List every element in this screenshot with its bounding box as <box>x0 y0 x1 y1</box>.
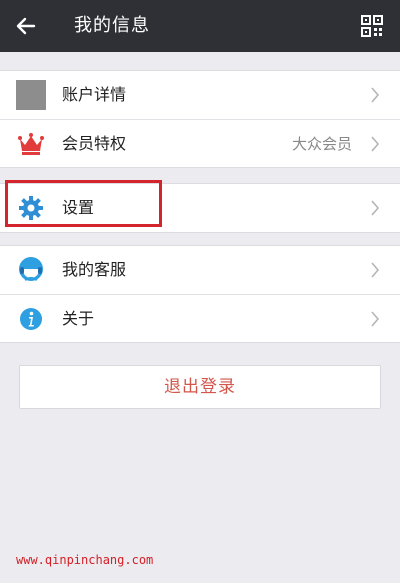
settings-row[interactable]: 设置 <box>0 184 400 232</box>
customer-service-label: 我的客服 <box>62 260 127 279</box>
top-bar: 我的信息 <box>0 0 400 52</box>
watermark-text: www.qinpinchang.com <box>16 553 154 567</box>
account-details-row[interactable]: 账户详情 <box>0 71 400 119</box>
account-group: 账户详情 会员特权 大众会员 <box>0 70 400 168</box>
chevron-right-icon <box>371 311 380 327</box>
membership-row[interactable]: 会员特权 大众会员 <box>0 119 400 167</box>
avatar-placeholder-icon <box>16 80 46 110</box>
chevron-right-icon <box>371 136 380 152</box>
chevron-right-icon <box>371 262 380 278</box>
qr-code-icon[interactable] <box>361 15 383 37</box>
settings-group: 设置 <box>0 183 400 233</box>
about-row[interactable]: 关于 <box>0 294 400 342</box>
page-title: 我的信息 <box>74 15 150 36</box>
logout-button[interactable]: 退出登录 <box>19 365 381 409</box>
account-details-label: 账户详情 <box>62 85 127 104</box>
info-icon <box>20 308 42 330</box>
chevron-right-icon <box>371 87 380 103</box>
arrow-left-icon[interactable] <box>14 14 38 38</box>
customer-service-row[interactable]: 我的客服 <box>0 246 400 294</box>
customer-service-icon <box>19 257 43 281</box>
crown-icon <box>18 133 44 155</box>
gear-icon <box>19 196 43 220</box>
support-group: 我的客服 关于 <box>0 245 400 343</box>
about-label: 关于 <box>62 309 95 328</box>
membership-level: 大众会员 <box>291 135 352 153</box>
membership-label: 会员特权 <box>62 134 127 153</box>
settings-label: 设置 <box>62 198 95 217</box>
chevron-right-icon <box>371 200 380 216</box>
